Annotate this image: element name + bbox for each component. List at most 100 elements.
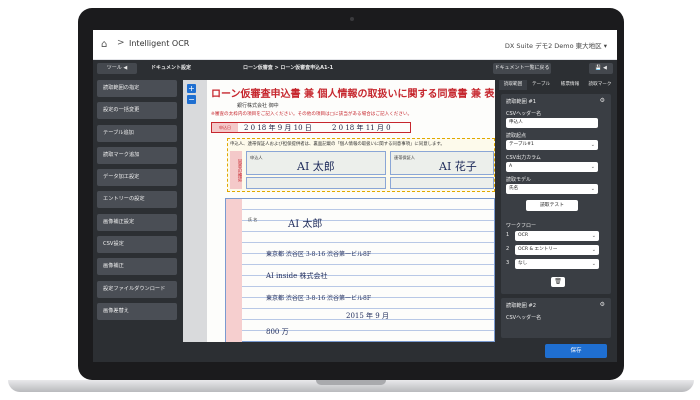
chevron-down-icon: ⌄ — [591, 247, 596, 253]
tools-toggle-button[interactable]: ツール ◀ — [97, 63, 137, 74]
read-model-label: 読取モデル — [506, 177, 532, 183]
sidebar-item-image-correction[interactable]: 画像補正 — [97, 258, 177, 276]
bank-name: 銀行株式会社 御中 — [237, 103, 279, 109]
save-button[interactable]: 保存 — [545, 344, 607, 358]
workflow-step-number: 2 — [506, 246, 510, 252]
workflow-step-1-select[interactable]: OCR ⌄ — [515, 231, 599, 241]
tab-table[interactable]: テーブル — [527, 80, 555, 90]
workflow-step-3-select[interactable]: なし ⌄ — [515, 259, 599, 269]
laptop-frame: ⌂ > Intelligent OCR DX Suite デモ2 Demo 東大… — [0, 0, 700, 400]
csv-header-label: CSVヘッダー名 — [506, 111, 542, 117]
sidebar-item-replace-image[interactable]: 画像差替え — [97, 302, 177, 320]
grid-amount: 800 万 — [266, 328, 289, 336]
applicant-read-area[interactable]: 申込人 AI 太郎 — [246, 151, 386, 175]
collateral-read-area[interactable] — [246, 177, 386, 189]
chevron-down-icon: ⌄ — [590, 142, 595, 148]
panel-toggle-button[interactable]: 💾 ◀ — [589, 63, 613, 74]
back-to-document-list-button[interactable]: ドキュメント一覧に戻る — [493, 63, 551, 74]
sidebar-item-bulk-change[interactable]: 設定の一括変更 — [97, 102, 177, 120]
csv-header-label: CSVヘッダー名 — [506, 315, 542, 321]
breadcrumb-separator: > — [117, 38, 125, 48]
workflow-step-2-select[interactable]: OCR & エントリー ⌄ — [515, 245, 599, 255]
date-row: 申込日 2 0 18 年 9 月 10 日 2 0 18 年 11 月 0 — [211, 122, 411, 133]
document-path: ローン仮審査 > ローン仮審査申込A1-1 — [243, 65, 334, 71]
gear-icon[interactable]: ⚙ — [600, 301, 605, 308]
grid-name-label: 氏 名 — [248, 217, 258, 222]
workflow-step-number: 1 — [506, 232, 510, 238]
applicant-name: AI 太郎 — [297, 160, 335, 173]
guarantor-collateral-read-area[interactable] — [390, 177, 494, 189]
form-title: ローン仮審査申込書 兼 個人情報の取扱いに関する同意書 兼 表明 — [211, 89, 495, 100]
tool-sidebar: 読取範囲の指定 設定の一括変更 テーブル追加 読取マーク追加 データ加工設定 エ… — [97, 80, 177, 325]
tab-read-area[interactable]: 読取範囲 — [499, 80, 527, 90]
grid-company: AI inside 株式会社 — [266, 272, 328, 280]
applicant-label: 申込人 — [250, 155, 263, 160]
read-area-card-2: 読取範囲 #2 ⚙ CSVヘッダー名 — [501, 298, 611, 338]
chevron-down-icon: ⌄ — [591, 233, 596, 239]
sidebar-item-csv-settings[interactable]: CSV設定 — [97, 236, 177, 254]
tenant-selector[interactable]: DX Suite デモ2 Demo 東大地区 ▾ — [505, 40, 607, 50]
document-page: ローン仮審査申込書 兼 個人情報の取扱いに関する同意書 兼 表明 銀行株式会社 … — [207, 80, 495, 342]
workflow-step-1-value: OCR — [518, 233, 529, 238]
sidebar-item-entry-settings[interactable]: エントリーの設定 — [97, 191, 177, 209]
camera — [350, 17, 354, 21]
card-title: 読取範囲 #2 — [506, 303, 537, 309]
zoom-in-button[interactable]: + — [187, 84, 196, 93]
settings-panel: 読取範囲 テーブル 帳票情報 読取マーク 読取範囲 #1 ⚙ CSVヘッダー名 … — [499, 80, 615, 342]
date-label: 申込日 — [212, 123, 238, 132]
grid-name: AI 太郎 — [288, 219, 323, 230]
sidebar-item-download-settings[interactable]: 設定ファイルダウンロード — [97, 280, 177, 298]
guarantor-name: AI 花子 — [439, 160, 477, 173]
sidebar-item-read-area[interactable]: 読取範囲の指定 — [97, 80, 177, 97]
read-start-value: テーブル#1 — [509, 142, 534, 147]
csv-header-input[interactable]: 申込人 — [506, 118, 598, 128]
read-start-label: 読取起点 — [506, 133, 527, 139]
workflow-label: ワークフロー — [506, 223, 537, 229]
top-bar: ⌂ > Intelligent OCR DX Suite デモ2 Demo 東大… — [93, 30, 617, 60]
csv-column-value: A — [509, 164, 513, 169]
read-model-select[interactable]: 氏名 ⌄ — [506, 184, 598, 194]
card-title: 読取範囲 #1 — [506, 99, 537, 105]
chevron-down-icon: ⌄ — [590, 164, 595, 170]
chevron-down-icon: ⌄ — [591, 261, 596, 267]
workflow-step-2-value: OCR & エントリー — [518, 247, 558, 252]
form-instruction: ※審査の太枠内の項目をご記入ください。その他の項目は□に該当がある場合はご記入く… — [211, 112, 413, 117]
grid-company-address: 東京都 渋谷区 3-8-16 渋谷第一ビル8F — [266, 295, 372, 302]
trash-icon[interactable]: 🗑 — [551, 277, 565, 287]
guarantor-read-area[interactable]: 連帯保証人 AI 花子 — [390, 151, 494, 175]
document-settings-title: ドキュメント設定 — [151, 65, 192, 71]
chevron-down-icon: ⌄ — [590, 186, 595, 192]
document-viewer[interactable]: + − ローン仮審査申込書 兼 個人情報の取扱いに関する同意書 兼 表明 銀行株… — [183, 80, 495, 342]
tab-form-info[interactable]: 帳票情報 — [555, 80, 585, 90]
sidebar-item-add-table[interactable]: テーブル追加 — [97, 124, 177, 142]
read-model-value: 氏名 — [509, 186, 519, 191]
settings-tabs: 読取範囲 テーブル 帳票情報 読取マーク — [499, 80, 615, 90]
tab-read-mark[interactable]: 読取マーク — [585, 80, 615, 90]
read-area-card-1: 読取範囲 #1 ⚙ CSVヘッダー名 申込人 読取起点 テーブル#1 ⌄ CSV出… — [501, 94, 611, 294]
date-value: 2 0 18 年 9 月 10 日 — [244, 124, 312, 132]
workflow-step-number: 3 — [506, 260, 510, 266]
applicant-column — [226, 199, 242, 342]
consent-section[interactable]: 申込人、連帯保証人および担保提供者は、裏面記載の「個人情報の取扱いに関する同意事… — [227, 138, 495, 192]
read-start-select[interactable]: テーブル#1 ⌄ — [506, 140, 598, 150]
zoom-out-button[interactable]: − — [187, 95, 196, 104]
read-test-button[interactable]: 読取テスト — [526, 200, 578, 211]
laptop-notch — [316, 380, 386, 385]
date-value-2: 2 0 18 年 11 月 0 — [332, 124, 391, 132]
screen: ⌂ > Intelligent OCR DX Suite デモ2 Demo 東大… — [93, 30, 617, 362]
guarantor-label: 連帯保証人 — [394, 155, 415, 160]
grid-address: 東京都 渋谷区 3-8-16 渋谷第一ビル8F — [266, 251, 372, 258]
consent-text: 申込人、連帯保証人および担保提供者は、裏面記載の「個人情報の取扱いに関する同意事… — [230, 142, 445, 147]
grid-year: 2015 年 9 月 — [346, 312, 389, 320]
home-icon[interactable]: ⌂ — [101, 39, 113, 51]
sidebar-item-add-mark[interactable]: 読取マーク追加 — [97, 146, 177, 164]
sidebar-item-image-correction-settings[interactable]: 画像補正設定 — [97, 213, 177, 231]
consent-label: 同意の確認 — [230, 151, 242, 189]
workflow-step-3-value: なし — [518, 261, 528, 266]
csv-column-select[interactable]: A ⌄ — [506, 162, 598, 172]
applicant-info-grid[interactable]: 氏 名 AI 太郎 東京都 渋谷区 3-8-16 渋谷第一ビル8F AI ins… — [225, 198, 495, 342]
app-title[interactable]: Intelligent OCR — [129, 39, 189, 48]
csv-column-label: CSV出力カラム — [506, 155, 541, 161]
gear-icon[interactable]: ⚙ — [600, 97, 605, 104]
sidebar-item-data-processing[interactable]: データ加工設定 — [97, 169, 177, 187]
